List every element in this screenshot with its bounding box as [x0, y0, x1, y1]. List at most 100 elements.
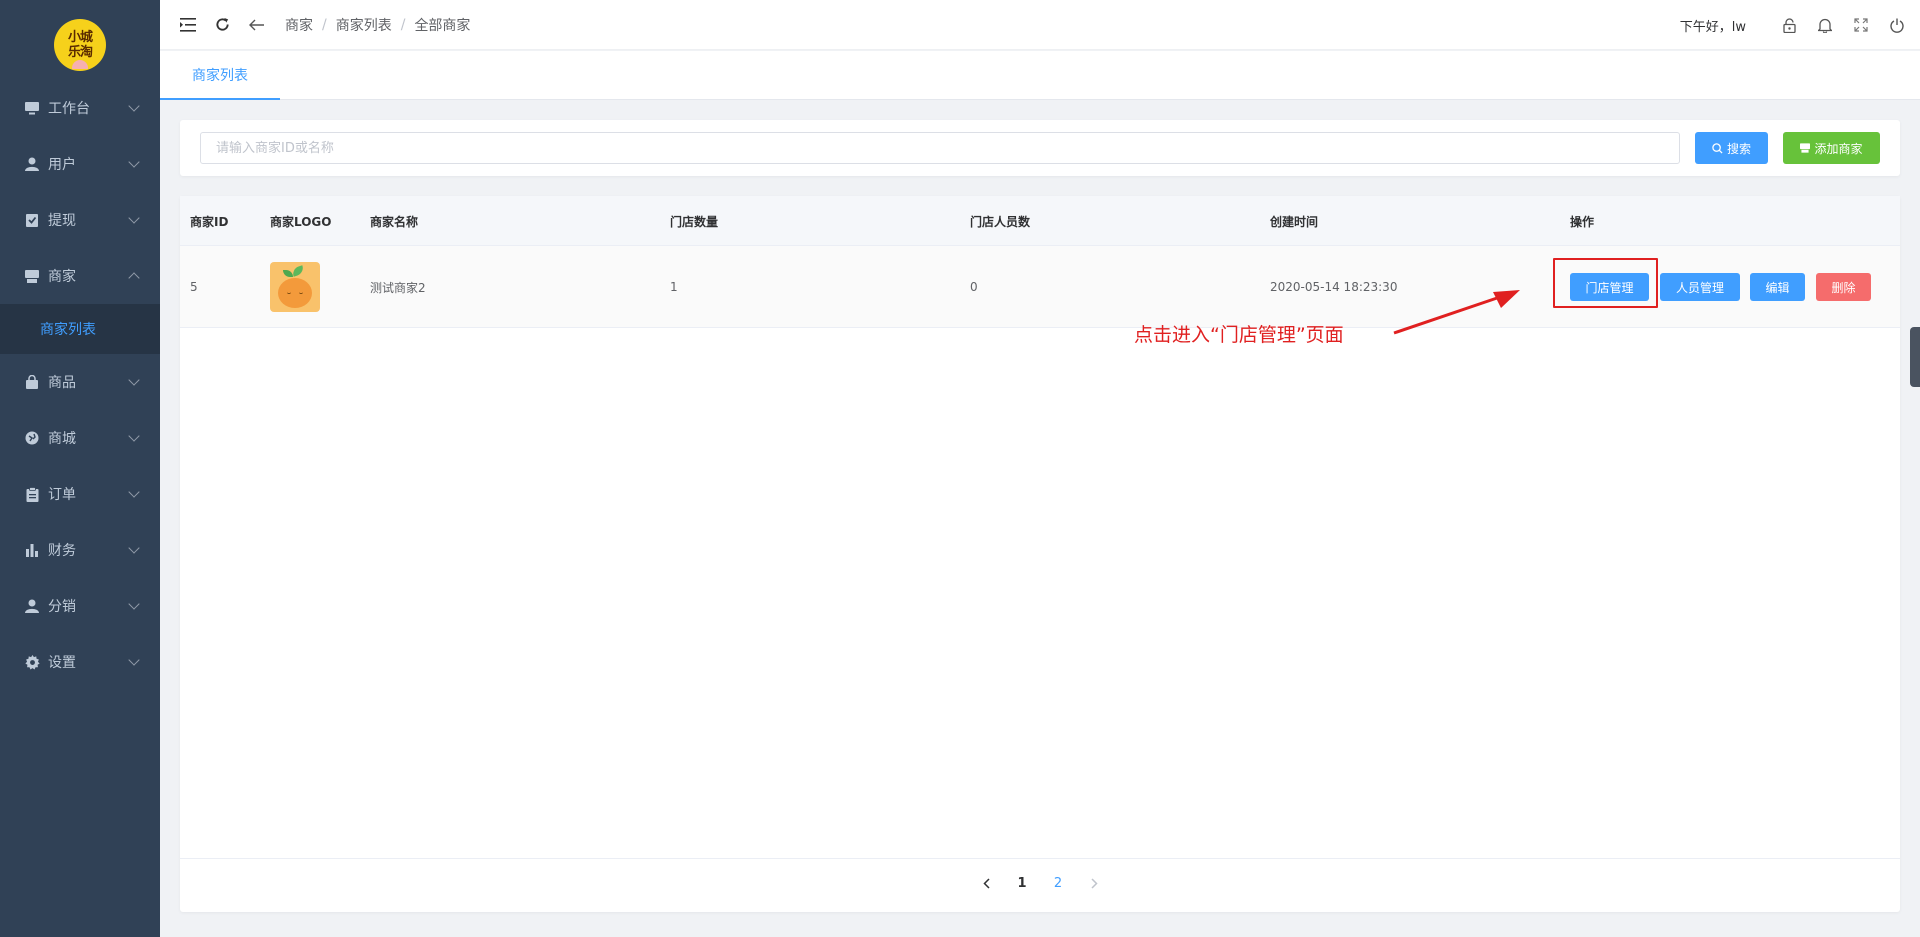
- add-merchant-button[interactable]: 添加商家: [1783, 132, 1880, 164]
- sidebar-item-distribution[interactable]: 分销: [0, 578, 160, 634]
- table-row: 5 测试商家2 1 0 2020-05-14 18:23:30 门店管理 人员管…: [180, 246, 1900, 328]
- refresh-icon[interactable]: [213, 16, 231, 34]
- chevron-down-icon: [128, 430, 140, 442]
- side-drawer-handle[interactable]: [1910, 327, 1920, 387]
- sidebar-item-label: 商家: [48, 269, 76, 285]
- sidebar-item-label: 用户: [48, 157, 76, 173]
- gear-icon: [24, 654, 40, 670]
- column-header: 商家LOGO: [270, 214, 332, 229]
- chevron-down-icon: [128, 100, 140, 112]
- monitor-icon: [24, 100, 40, 116]
- sidebar-item-label: 订单: [48, 487, 76, 503]
- tab-merchant-list[interactable]: 商家列表: [160, 51, 280, 100]
- chevron-down-icon: [128, 374, 140, 386]
- sidebar-item-mall[interactable]: 商城: [0, 410, 160, 466]
- staff-management-button[interactable]: 人员管理: [1660, 273, 1740, 301]
- column-header: 创建时间: [1270, 214, 1319, 229]
- fullscreen-icon[interactable]: [1852, 16, 1870, 34]
- pagination: 1 2: [180, 858, 1900, 908]
- cell-merchant-name: 测试商家2: [370, 280, 426, 295]
- sidebar-subitem-merchant-list[interactable]: 商家列表: [0, 304, 160, 354]
- column-header: 门店人员数: [970, 214, 1031, 229]
- tab-bar: 商家列表: [160, 51, 1920, 100]
- sidebar-item-merchant[interactable]: 商家: [0, 248, 160, 304]
- chevron-down-icon: [128, 156, 140, 168]
- user-icon: [24, 156, 40, 172]
- chevron-down-icon: [128, 542, 140, 554]
- power-icon[interactable]: [1888, 16, 1906, 34]
- sidebar-item-label: 提现: [48, 213, 76, 229]
- breadcrumb-item[interactable]: 商家: [285, 15, 313, 35]
- next-page-icon[interactable]: [1076, 870, 1112, 898]
- logo-text-line1: 小城: [67, 30, 93, 45]
- store-management-button[interactable]: 门店管理: [1570, 273, 1649, 301]
- page-number-current[interactable]: 1: [1004, 870, 1040, 898]
- sidebar-item-users[interactable]: 用户: [0, 136, 160, 192]
- globe-icon: [24, 430, 40, 446]
- cell-merchant-logo: [270, 246, 320, 328]
- app-logo[interactable]: 小城 乐淘: [54, 19, 106, 71]
- search-button-label: 搜索: [1726, 141, 1751, 156]
- sidebar-item-label: 商品: [48, 375, 76, 391]
- chevron-down-icon: [128, 212, 140, 224]
- menu-fold-icon[interactable]: [179, 16, 197, 34]
- logo-text-line2: 乐淘: [67, 45, 93, 60]
- sidebar: 小城 乐淘 工作台 用户 提现 商家 商家列表 商品 商城 订单 财务 分销 设…: [0, 0, 160, 937]
- breadcrumb: 商家 / 商家列表 / 全部商家: [285, 15, 470, 35]
- page-number[interactable]: 2: [1040, 870, 1076, 898]
- sidebar-item-label: 财务: [48, 543, 76, 559]
- top-header: 商家 / 商家列表 / 全部商家 下午好，lw: [160, 0, 1920, 50]
- edit-button[interactable]: 编辑: [1750, 273, 1805, 301]
- sidebar-item-workbench[interactable]: 工作台: [0, 80, 160, 136]
- cell-store-count: 1: [670, 280, 678, 294]
- chevron-down-icon: [128, 654, 140, 666]
- prev-page-icon[interactable]: [968, 870, 1004, 898]
- lock-icon[interactable]: [1780, 16, 1798, 34]
- sidebar-item-goods[interactable]: 商品: [0, 354, 160, 410]
- sidebar-item-label: 分销: [48, 599, 76, 615]
- sidebar-item-label: 商城: [48, 431, 76, 447]
- sidebar-item-orders[interactable]: 订单: [0, 466, 160, 522]
- delete-button[interactable]: 删除: [1816, 273, 1871, 301]
- sidebar-item-label: 设置: [48, 655, 76, 671]
- merchant-logo-image: [270, 262, 320, 312]
- breadcrumb-item[interactable]: 商家列表: [336, 15, 392, 35]
- sidebar-subitem-label: 商家列表: [40, 322, 96, 338]
- column-header: 商家ID: [190, 214, 229, 229]
- sidebar-menu: 工作台 用户 提现 商家 商家列表 商品 商城 订单 财务 分销 设置: [0, 80, 160, 690]
- sidebar-item-label: 工作台: [48, 101, 90, 117]
- column-header: 商家名称: [370, 214, 419, 229]
- bar-chart-icon: [24, 542, 40, 558]
- header-actions: 下午好，lw: [1680, 0, 1906, 50]
- back-arrow-icon[interactable]: [247, 16, 265, 34]
- chevron-down-icon: [128, 486, 140, 498]
- column-header: 操作: [1570, 214, 1595, 229]
- add-merchant-label: 添加商家: [1814, 141, 1863, 156]
- user-icon: [24, 598, 40, 614]
- sidebar-item-finance[interactable]: 财务: [0, 522, 160, 578]
- search-panel: 搜索 添加商家: [180, 120, 1900, 176]
- chevron-up-icon: [128, 272, 140, 284]
- cell-merchant-id: 5: [190, 280, 198, 294]
- logo-decoration: [72, 60, 88, 69]
- checklist-icon: [24, 212, 40, 228]
- search-input[interactable]: [200, 132, 1680, 164]
- sidebar-item-withdraw[interactable]: 提现: [0, 192, 160, 248]
- annotation-arrow-icon: [1393, 290, 1520, 335]
- sidebar-item-settings[interactable]: 设置: [0, 634, 160, 690]
- search-button[interactable]: 搜索: [1695, 132, 1768, 164]
- chevron-down-icon: [128, 598, 140, 610]
- column-header: 门店数量: [670, 214, 719, 229]
- breadcrumb-separator: /: [400, 16, 406, 33]
- merchant-table: 商家ID 商家LOGO 商家名称 门店数量 门店人员数 创建时间 操作 5 测试…: [180, 196, 1900, 912]
- cell-created-at: 2020-05-14 18:23:30: [1270, 280, 1398, 294]
- cell-staff-count: 0: [970, 280, 978, 294]
- breadcrumb-separator: /: [322, 16, 327, 33]
- user-greeting[interactable]: 下午好，lw: [1680, 16, 1746, 35]
- annotation-text: 点击进入“门店管理”页面: [1134, 324, 1344, 346]
- bag-icon: [24, 374, 40, 390]
- store-icon: [24, 268, 40, 284]
- clipboard-icon: [24, 486, 40, 502]
- table-header: 商家ID 商家LOGO 商家名称 门店数量 门店人员数 创建时间 操作: [180, 196, 1900, 246]
- bell-icon[interactable]: [1816, 16, 1834, 34]
